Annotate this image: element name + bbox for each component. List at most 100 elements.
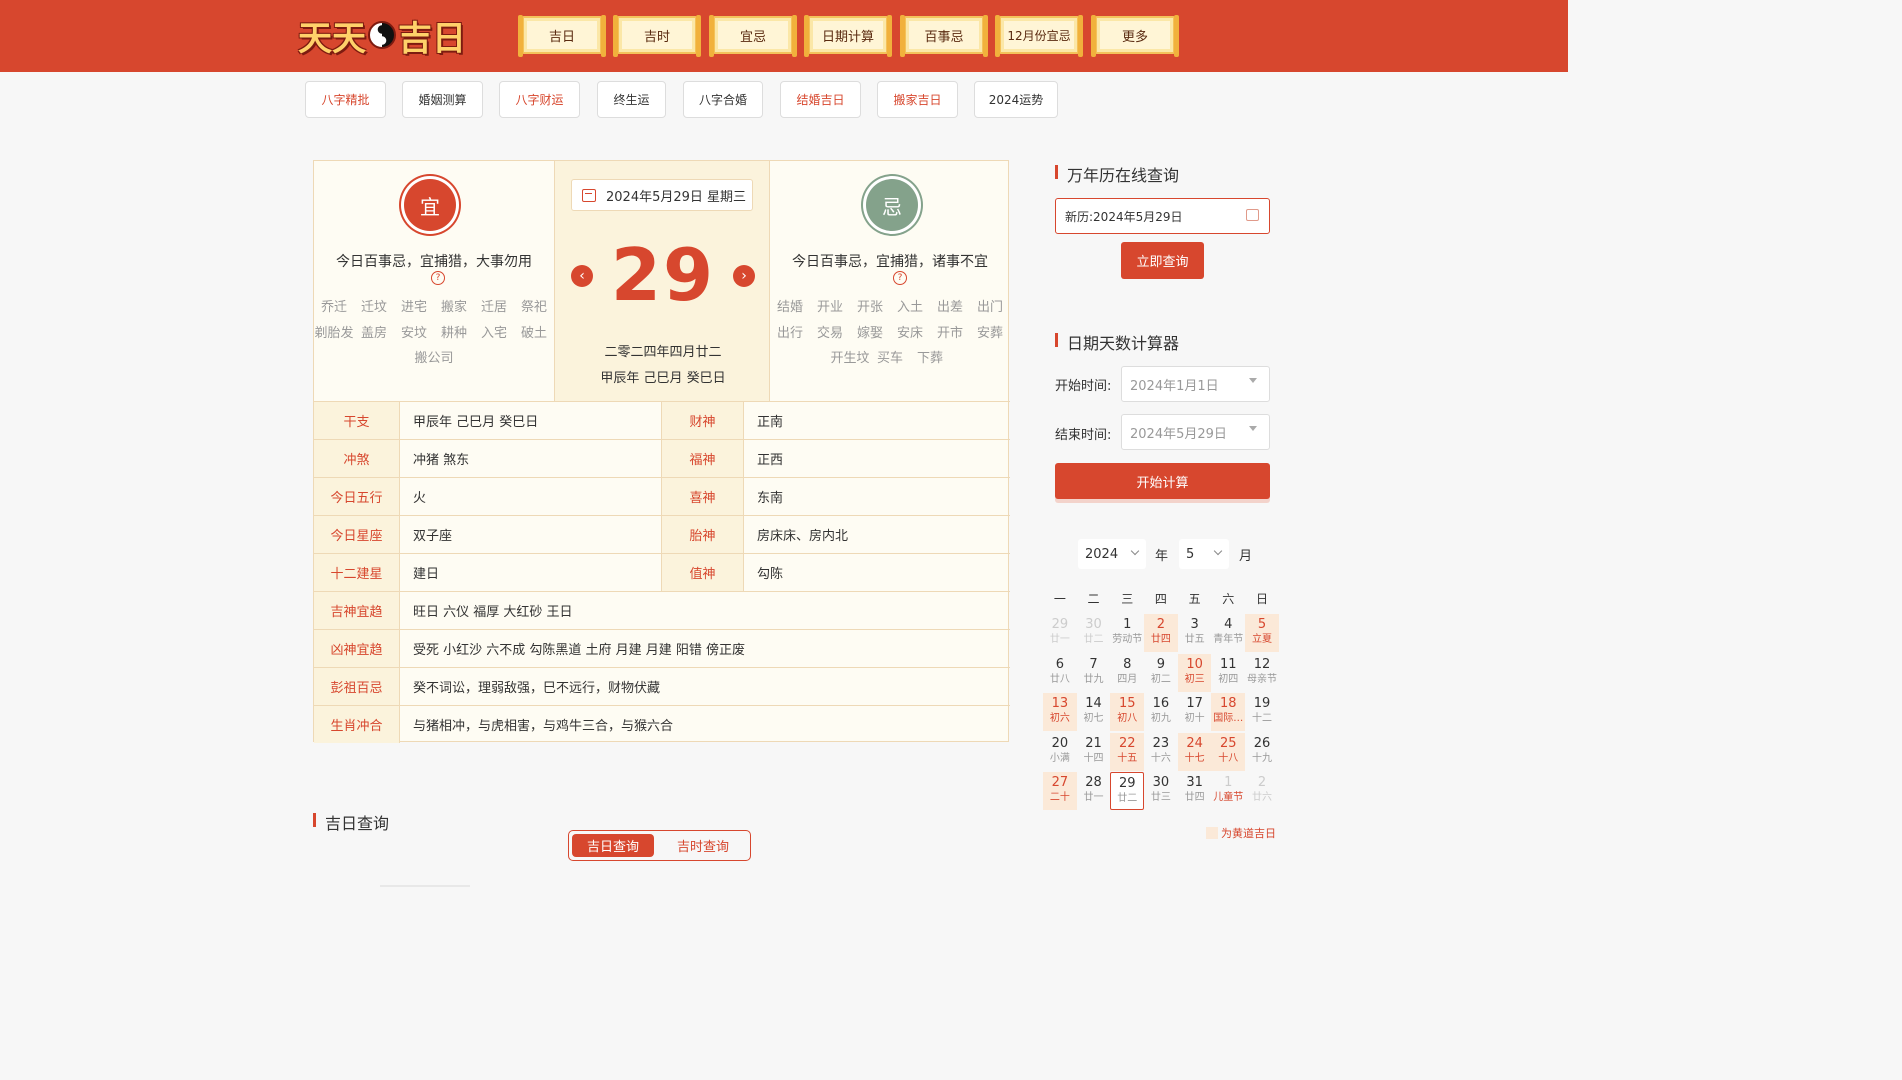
tab-jiri-query[interactable]: 吉日查询	[572, 834, 654, 857]
site-logo[interactable]: 天天 吉日	[298, 12, 466, 59]
activity-item: 出差	[936, 300, 963, 315]
calendar-day[interactable]: 2 廿四	[1144, 614, 1178, 652]
calendar-day[interactable]: 31 廿四	[1178, 772, 1212, 810]
end-date-select[interactable]: 2024年5月29日	[1121, 414, 1270, 450]
tag-zhongshengyun[interactable]: 终生运	[597, 81, 666, 118]
query-button[interactable]: 立即查询	[1121, 242, 1204, 279]
activity-item: 迁坟	[360, 300, 387, 315]
nav-baishiji[interactable]: 百事忌	[900, 15, 988, 57]
day-number: 14	[1085, 696, 1102, 712]
yi-summary: 今日百事忌，宜捕猎，大事勿用	[336, 254, 532, 270]
calendar-day[interactable]: 15 初八	[1110, 693, 1145, 732]
calendar-day[interactable]: 1 儿童节	[1211, 772, 1245, 810]
calendar-week-row: 6 廿八 7 廿九 8 四月 9 初二 10 初三 11 初四 12 母亲节	[1043, 653, 1279, 692]
calendar-day[interactable]: 16 初九	[1144, 693, 1178, 731]
calendar-day[interactable]: 7 廿九	[1077, 654, 1111, 692]
current-date-box[interactable]: 2024年5月29日 星期三	[571, 179, 753, 211]
activity-item: 乔迁	[320, 300, 347, 315]
calendar-day[interactable]: 22 十五	[1110, 732, 1145, 771]
activity-item: 结婚	[776, 300, 803, 315]
calendar-day[interactable]: 25 十八	[1211, 732, 1246, 771]
day-lunar: 劳动节	[1112, 634, 1143, 645]
activity-item: 破土	[520, 325, 547, 341]
yi-icon: 宜	[404, 179, 456, 231]
calendar-day[interactable]: 21 十四	[1077, 733, 1111, 771]
calendar-day[interactable]: 20 小满	[1043, 733, 1077, 771]
nav-more[interactable]: 更多	[1091, 15, 1179, 57]
year-select[interactable]: 2024	[1078, 539, 1146, 569]
nav-yiji[interactable]: 宜忌	[709, 15, 797, 57]
help-icon[interactable]: ?	[893, 271, 907, 285]
month-select[interactable]: 5	[1179, 539, 1229, 569]
calendar-icon[interactable]	[1246, 209, 1259, 221]
date-search-input[interactable]: 新历:2024年5月29日	[1055, 198, 1270, 234]
day-lunar: 十七	[1184, 752, 1205, 764]
day-lunar: 廿九	[1083, 673, 1104, 685]
tag-bazi-jingpi[interactable]: 八字精批	[305, 81, 386, 118]
legend-label: 为黄道吉日	[1221, 827, 1276, 840]
day-number: 7	[1089, 656, 1098, 672]
calendar-day[interactable]: 1 劳动节	[1110, 614, 1144, 652]
ji-activities: 结婚 开业 开张 入土 出差 出门 出行 交易 嫁娶 安床 开市 安葬 开生坟 买车 下葬	[770, 295, 1010, 372]
nav-date-calc[interactable]: 日期计算	[804, 15, 892, 57]
day-lunar: 十四	[1083, 752, 1104, 764]
info-label: 胎神	[662, 516, 744, 553]
info-label: 吉神宜趋	[314, 592, 400, 629]
start-calc-button[interactable]: 开始计算	[1055, 463, 1270, 499]
info-value: 癸不词讼，理弱敌强，巳不远行，财物伏藏	[413, 681, 661, 696]
day-number: 6	[1055, 656, 1064, 672]
calendar-day[interactable]: 28 廿一	[1077, 772, 1111, 810]
day-number: 2	[1156, 617, 1166, 632]
calendar-day[interactable]: 14 初七	[1077, 693, 1111, 731]
calendar-day[interactable]: 10 初三	[1177, 653, 1212, 692]
tag-2024-fortune[interactable]: 2024运势	[974, 81, 1058, 118]
nav-jishi[interactable]: 吉时	[613, 15, 701, 57]
tag-moving-day[interactable]: 搬家吉日	[877, 81, 958, 118]
day-lunar: 十九	[1251, 752, 1272, 764]
calendar-day[interactable]: 29 廿二	[1110, 772, 1145, 811]
day-number: 11	[1220, 656, 1237, 672]
calendar-day[interactable]: 23 十六	[1144, 733, 1178, 771]
weekday-label: 三	[1121, 592, 1134, 606]
info-label: 十二建星	[314, 554, 400, 591]
tag-bazi-caiyun[interactable]: 八字财运	[499, 81, 580, 118]
calendar-day[interactable]: 24 十七	[1177, 732, 1212, 771]
calendar-day[interactable]: 30 廿三	[1144, 772, 1178, 810]
activity-item: 入宅	[480, 325, 507, 341]
nav-december-yiji[interactable]: 12月份宜忌	[995, 15, 1083, 57]
calendar-day[interactable]: 26 十九	[1245, 733, 1279, 771]
calendar-day[interactable]: 30 廿二	[1077, 614, 1111, 652]
tag-hunyin[interactable]: 婚姻测算	[402, 81, 483, 118]
calendar-day[interactable]: 12 母亲节	[1245, 654, 1279, 692]
calendar-day[interactable]: 3 廿五	[1178, 614, 1212, 652]
activity-item: 安葬	[976, 325, 1003, 341]
calendar-day[interactable]: 29 廿一	[1043, 614, 1077, 652]
tag-wedding-day[interactable]: 结婚吉日	[780, 81, 861, 118]
calendar-day[interactable]: 5 立夏	[1245, 614, 1279, 652]
caret-down-icon	[1249, 426, 1257, 431]
calendar-day[interactable]: 19 十二	[1245, 693, 1279, 731]
calendar-day[interactable]: 11 初四	[1211, 654, 1245, 692]
activity-item: 剃胎发	[314, 325, 354, 341]
calendar-day[interactable]: 18 国际…	[1211, 693, 1246, 732]
wannianli-title: 万年历在线查询	[1055, 162, 1179, 186]
activity-item: 开生坟	[830, 351, 870, 366]
calendar-day[interactable]: 6 廿八	[1043, 654, 1077, 692]
day-lunar: 廿一	[1083, 792, 1104, 804]
calendar-day[interactable]: 13 初六	[1043, 693, 1077, 732]
calendar-day[interactable]: 8 四月	[1110, 654, 1144, 692]
day-lunar: 廿二	[1117, 793, 1138, 805]
calendar-day[interactable]: 4 青年节	[1211, 614, 1245, 652]
calendar-day[interactable]: 2 廿六	[1245, 772, 1279, 810]
calendar-day[interactable]: 17 初十	[1178, 693, 1212, 731]
calendar-day[interactable]: 27 二十	[1043, 772, 1077, 811]
help-icon[interactable]: ?	[431, 271, 445, 285]
nav-jiri[interactable]: 吉日	[518, 15, 606, 57]
tab-jishi-query[interactable]: 吉时查询	[662, 834, 744, 857]
tag-bazi-hehun[interactable]: 八字合婚	[683, 81, 763, 118]
weekday-label: 一	[1053, 592, 1066, 606]
calendar-day[interactable]: 9 初二	[1144, 654, 1178, 692]
next-day-button[interactable]: ›	[733, 265, 755, 287]
start-date-select[interactable]: 2024年1月1日	[1121, 366, 1270, 402]
jiri-tab-switch: 吉日查询 吉时查询	[568, 830, 751, 861]
